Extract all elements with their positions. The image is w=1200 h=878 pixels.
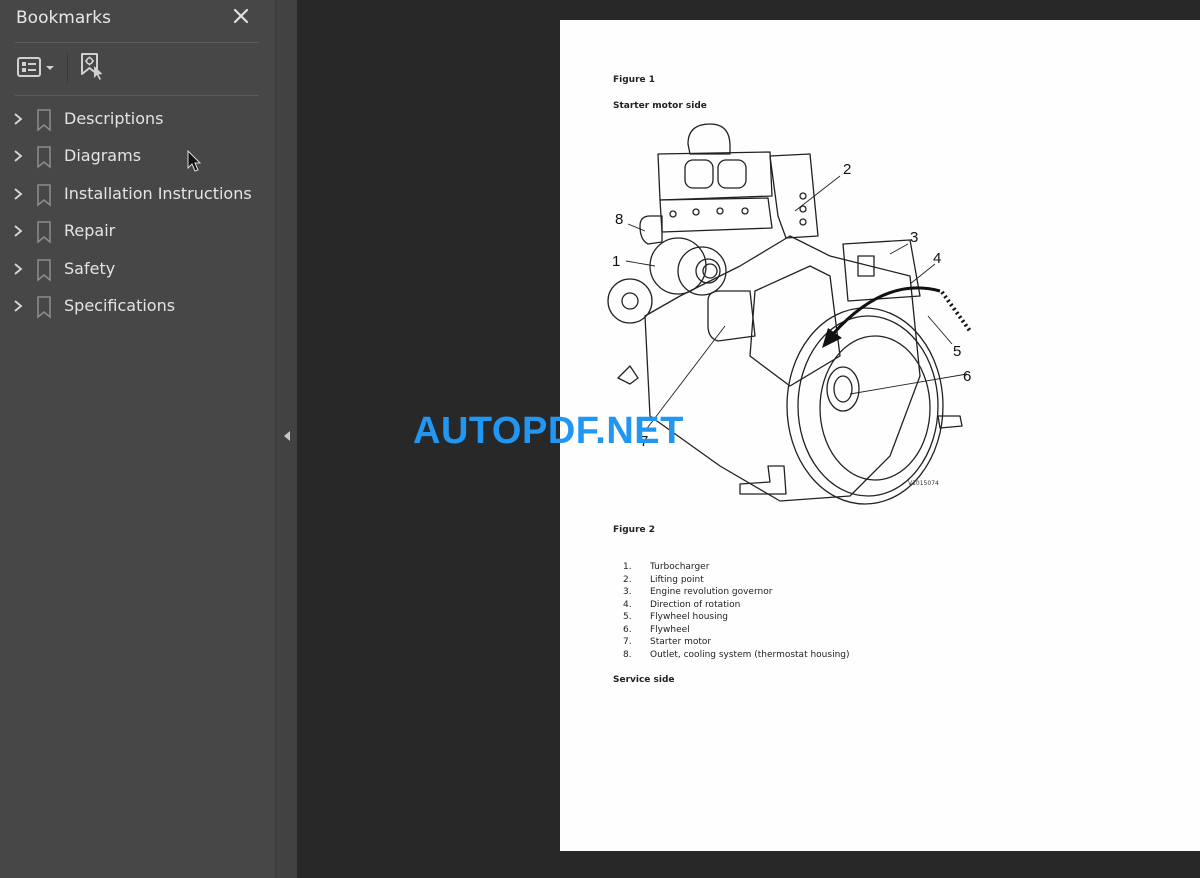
divider [15, 42, 259, 43]
panel-title: Bookmarks [16, 8, 111, 28]
callout-2: 2 [843, 161, 851, 178]
figure-1-caption: Starter motor side [613, 101, 707, 111]
callout-3: 3 [910, 229, 918, 246]
bookmark-tree: Descriptions Diagrams Installation Instr… [0, 101, 275, 325]
callout-4: 4 [933, 250, 941, 267]
bookmark-icon [37, 221, 51, 244]
bookmark-label: Installation Instructions [64, 183, 252, 203]
chevron-right-icon[interactable] [12, 148, 24, 164]
options-menu-button[interactable] [16, 55, 60, 81]
bookmark-label: Descriptions [64, 109, 164, 128]
close-icon [233, 8, 249, 24]
chevron-right-icon[interactable] [12, 111, 24, 127]
bookmark-icon [37, 109, 51, 132]
mouse-cursor-icon [187, 150, 202, 172]
callout-8: 8 [615, 211, 623, 228]
bookmark-label: Repair [64, 221, 116, 241]
bookmark-repair[interactable]: Repair [0, 213, 275, 250]
callout-5: 5 [953, 343, 961, 360]
bookmark-installation-instructions[interactable]: Installation Instructions [0, 176, 275, 213]
callout-1: 1 [612, 253, 620, 270]
bookmark-icon [37, 258, 51, 282]
bookmarks-panel: Bookmarks Descriptions Diagrams Installa… [0, 0, 275, 878]
collapse-left-icon[interactable] [283, 430, 291, 442]
bookmark-icon [37, 184, 51, 207]
figure-2-label: Figure 2 [613, 525, 656, 535]
bookmark-diagrams[interactable]: Diagrams [0, 138, 275, 175]
chevron-right-icon[interactable] [12, 223, 24, 239]
divider [15, 95, 259, 96]
service-side-heading: Service side [613, 675, 675, 685]
callout-7: 7 [640, 433, 648, 450]
bookmark-specifications[interactable]: Specifications [0, 288, 275, 325]
bookmark-descriptions[interactable]: Descriptions [0, 101, 275, 138]
figure-1-label: Figure 1 [613, 75, 656, 85]
list-options-icon [17, 57, 54, 77]
close-panel-button[interactable] [230, 5, 252, 27]
bookmark-label: Specifications [64, 295, 176, 315]
bookmark-icon [37, 146, 51, 169]
bookmark-safety[interactable]: Safety [0, 251, 275, 288]
bookmark-label: Diagrams [64, 146, 142, 166]
chevron-right-icon[interactable] [12, 261, 24, 277]
panel-splitter[interactable] [275, 0, 297, 878]
chevron-right-icon[interactable] [12, 298, 24, 314]
bookmark-icon [37, 296, 51, 319]
figure-id: V1015074 [908, 480, 939, 487]
bookmark-label: Safety [64, 258, 116, 278]
callout-6: 6 [963, 368, 971, 385]
find-current-bookmark-button[interactable] [79, 52, 105, 82]
find-current-bookmark-icon [81, 53, 103, 80]
document-page: Figure 1 Starter motor side 1 2 3 4 5 6 … [560, 20, 1200, 851]
toolbar-separator [67, 52, 68, 84]
chevron-right-icon[interactable] [12, 186, 24, 202]
engine-illustration: 1 2 3 4 5 6 7 8 [607, 123, 972, 505]
